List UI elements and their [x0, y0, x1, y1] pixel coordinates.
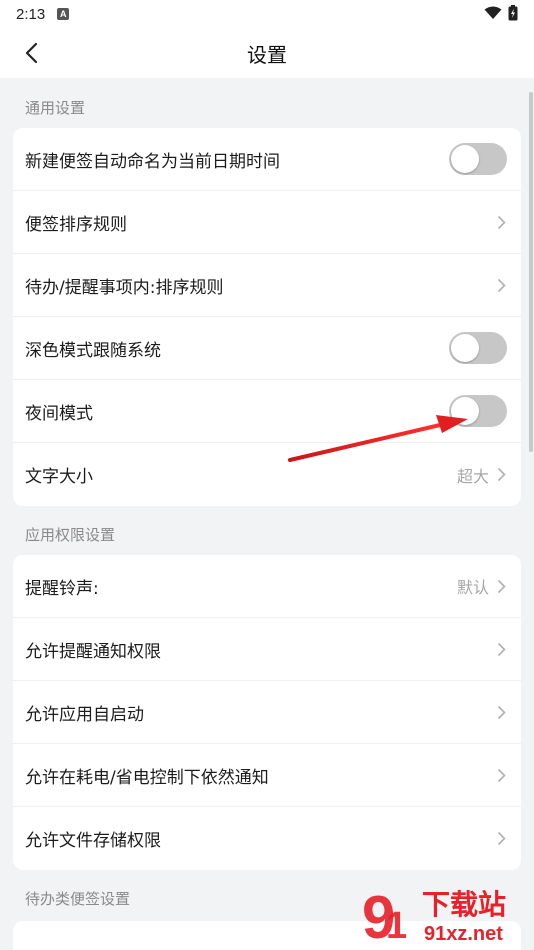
row-night-mode: 夜间模式	[13, 380, 521, 443]
row-autostart-permission[interactable]: 允许应用自启动	[13, 681, 521, 744]
row-font-size[interactable]: 文字大小 超大	[13, 443, 521, 506]
row-label: 提醒铃声:	[25, 578, 99, 599]
row-label: 便签排序规则	[25, 214, 127, 235]
dark-mode-follow-toggle[interactable]	[449, 332, 507, 364]
night-mode-toggle[interactable]	[449, 395, 507, 427]
row-notification-permission[interactable]: 允许提醒通知权限	[13, 618, 521, 681]
row-label: 允许文件存储权限	[25, 831, 161, 851]
site-watermark-logo: 9 1 下载站 91xz.net	[362, 884, 506, 946]
toggle-knob	[451, 145, 479, 173]
section-label-permissions: 应用权限设置	[25, 526, 116, 544]
svg-text:1: 1	[386, 905, 407, 946]
font-size-value: 超大	[456, 466, 489, 486]
row-note-sort-rule[interactable]: 便签排序规则	[13, 191, 521, 254]
permission-settings-card: 提醒铃声: 默认 允许提醒通知权限 允许应用自启动 允许在耗电/省电控制下依然通…	[13, 555, 521, 870]
chevron-right-icon	[497, 277, 507, 293]
battery-icon	[508, 5, 518, 21]
chevron-right-icon	[497, 641, 507, 657]
row-label: 夜间模式	[25, 403, 93, 424]
ringtone-value: 默认	[456, 578, 489, 597]
row-label: 允许应用自启动	[25, 704, 144, 725]
chevron-right-icon	[497, 831, 507, 847]
page-title: 设置	[247, 42, 287, 67]
row-label: 文字大小	[25, 467, 93, 487]
back-button[interactable]	[16, 38, 46, 68]
chevron-right-icon	[497, 214, 507, 230]
section-label-todo: 待办类便签设置	[25, 890, 131, 908]
row-label: 新建便签自动命名为当前日期时间	[25, 151, 280, 172]
back-arrow-icon	[25, 42, 38, 64]
row-storage-permission[interactable]: 允许文件存储权限	[13, 807, 521, 870]
row-label: 待办/提醒事项内:排序规则	[25, 277, 224, 298]
notification-a-icon: A	[57, 8, 70, 20]
row-label: 允许提醒通知权限	[25, 641, 161, 662]
chevron-right-icon	[497, 704, 507, 720]
status-time: 2:13	[16, 5, 46, 23]
row-todo-sort-rule[interactable]: 待办/提醒事项内:排序规则	[13, 254, 521, 317]
status-icons	[484, 5, 518, 21]
watermark-url: 91xz.net	[424, 923, 503, 945]
section-label-general: 通用设置	[25, 99, 86, 117]
chevron-right-icon	[497, 467, 507, 483]
row-auto-name-date: 新建便签自动命名为当前日期时间	[13, 128, 521, 191]
watermark-title: 下载站	[422, 888, 506, 921]
toggle-knob	[451, 334, 479, 362]
row-label: 深色模式跟随系统	[25, 340, 161, 361]
general-settings-card: 新建便签自动命名为当前日期时间 便签排序规则 待办/提醒事项内:排序规则 深色模…	[13, 128, 521, 506]
toggle-knob	[451, 397, 479, 425]
row-reminder-ringtone[interactable]: 提醒铃声: 默认	[13, 555, 521, 618]
app-header: 设置	[0, 28, 534, 78]
wifi-icon	[484, 6, 502, 19]
row-label: 允许在耗电/省电控制下依然通知	[25, 767, 269, 788]
row-dark-mode-follow-system: 深色模式跟随系统	[13, 317, 521, 380]
chevron-right-icon	[497, 767, 507, 783]
auto-name-toggle[interactable]	[449, 143, 507, 175]
status-bar: 2:13 A	[0, 0, 534, 28]
scrollbar[interactable]	[529, 92, 533, 452]
row-power-saving-notify[interactable]: 允许在耗电/省电控制下依然通知	[13, 744, 521, 807]
chevron-right-icon	[497, 578, 507, 594]
